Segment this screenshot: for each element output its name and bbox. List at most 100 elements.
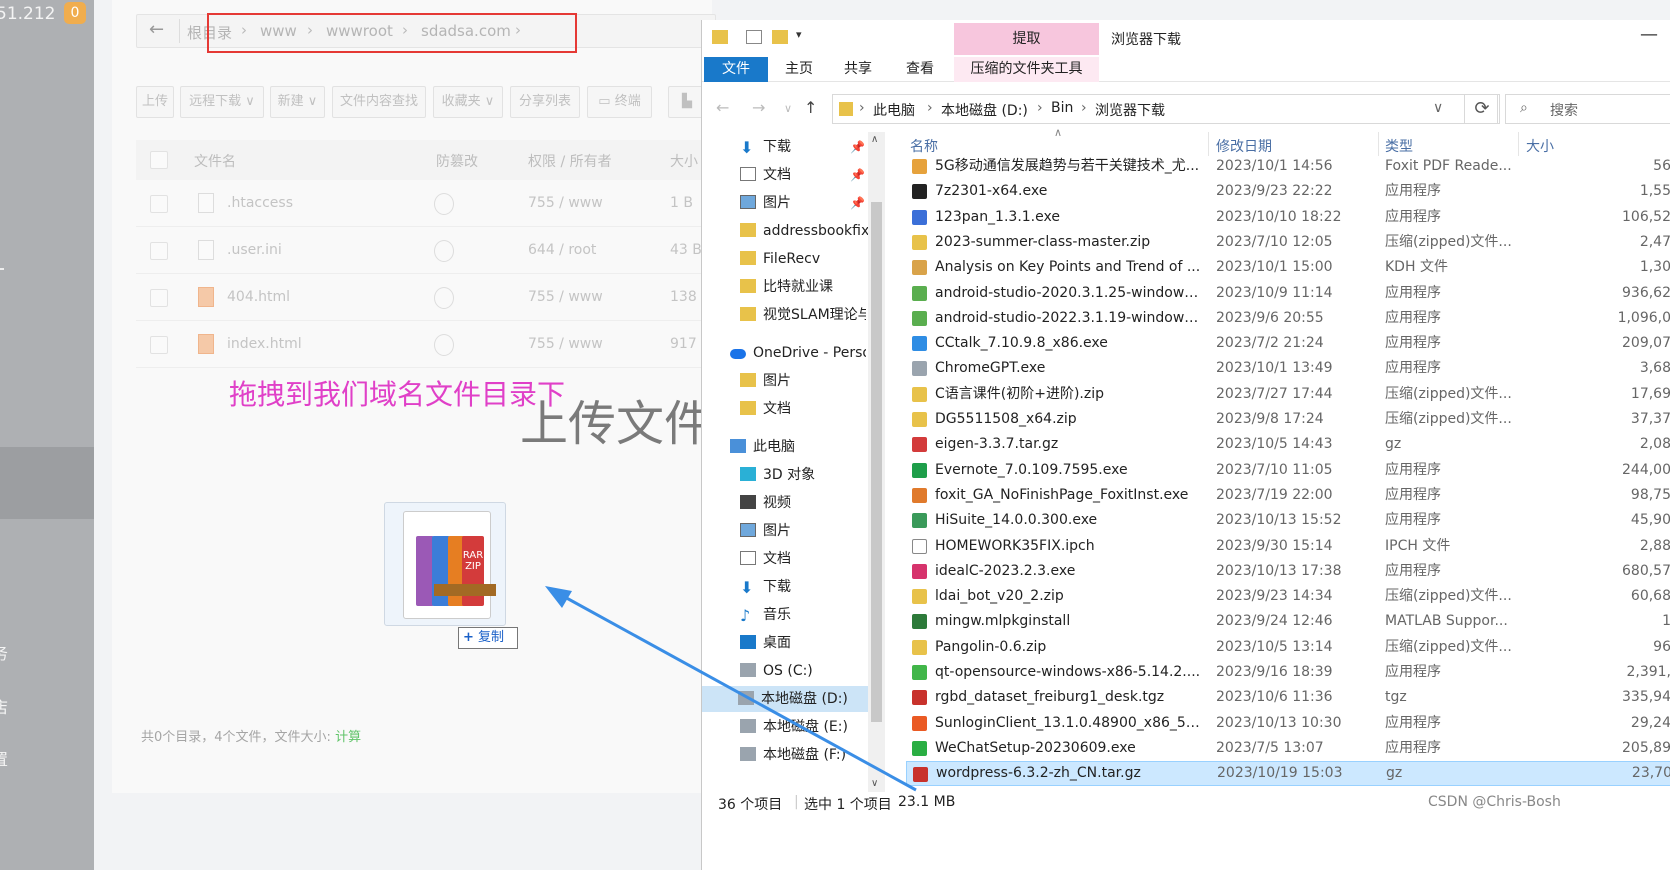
file-perm[interactable]: 755 / www xyxy=(528,336,603,352)
up-nav-icon[interactable]: ↑ xyxy=(804,98,817,117)
recent-nav-icon[interactable]: ∨ xyxy=(784,102,792,115)
folder-icon[interactable] xyxy=(712,30,728,44)
tab-zip-tools[interactable]: 压缩的文件夹工具 xyxy=(954,57,1099,82)
tree-item-od-pictures[interactable]: 图片 xyxy=(740,368,791,394)
file-name[interactable]: CCtalk_7.10.9.8_x86.exe xyxy=(935,331,1203,356)
file-row[interactable]: 7z2301-x64.exe 2023/9/23 22:22 应用程序 1,55 xyxy=(906,179,1670,204)
row-checkbox[interactable] xyxy=(150,195,168,213)
file-row[interactable]: 2023-summer-class-master.zip 2023/7/10 12… xyxy=(906,230,1670,255)
file-name[interactable]: android-studio-2022.3.1.19-windows.... xyxy=(935,306,1203,331)
address-downloads[interactable]: 浏览器下载 xyxy=(1095,100,1165,120)
shield-icon[interactable] xyxy=(434,193,454,215)
forward-nav-icon[interactable]: → xyxy=(752,98,765,117)
file-name[interactable]: Pangolin-0.6.zip xyxy=(935,635,1203,660)
file-row[interactable]: 123pan_1.3.1.exe 2023/10/10 18:22 应用程序 106,… xyxy=(906,205,1670,230)
sidebar-item-tasks[interactable]: 务 xyxy=(0,640,8,664)
col-tamper[interactable]: 防篡改 xyxy=(436,151,478,171)
file-name[interactable]: C语言课件(初阶+进阶).zip xyxy=(935,382,1203,407)
file-row[interactable]: ChromeGPT.exe 2023/10/1 13:49 应用程序 3,68 xyxy=(906,356,1670,381)
chevron-down-icon[interactable]: ▾ xyxy=(796,28,802,41)
shield-icon[interactable] xyxy=(434,240,454,262)
scroll-up-icon[interactable]: ∧ xyxy=(871,134,878,145)
table-row[interactable]: 404.html 755 / www 138 xyxy=(136,275,706,321)
tree-item-drive-f[interactable]: 本地磁盘 (F:) xyxy=(740,742,846,768)
tree-item-bitejiuye[interactable]: 比特就业课 xyxy=(740,274,833,300)
file-name[interactable]: Evernote_7.0.109.7595.exe xyxy=(935,458,1203,483)
notification-badge[interactable]: 0 xyxy=(64,2,86,24)
tree-item-documents[interactable]: 文档 xyxy=(740,162,791,188)
file-row[interactable]: idealC-2023.2.3.exe 2023/10/13 17:38 应用程序 6… xyxy=(906,559,1670,584)
file-name[interactable]: 123pan_1.3.1.exe xyxy=(935,205,1203,230)
file-name[interactable]: mingw.mlpkginstall xyxy=(935,609,1203,634)
content-search-button[interactable]: 文件内容查找 xyxy=(332,86,426,118)
file-row[interactable]: Evernote_7.0.109.7595.exe 2023/7/10 11:05… xyxy=(906,458,1670,483)
tree-item-od-documents[interactable]: 文档 xyxy=(740,396,791,422)
select-all-checkbox[interactable] xyxy=(150,151,168,169)
tab-share[interactable]: 共享 xyxy=(833,57,883,82)
file-row[interactable]: wordpress-6.3.2-zh_CN.tar.gz 2023/10/19 1… xyxy=(906,761,1670,787)
back-arrow-icon[interactable]: ← xyxy=(149,19,164,40)
search-box[interactable]: ⌕ 搜索 xyxy=(1505,94,1670,124)
file-row[interactable]: android-studio-2022.3.1.19-windows.... 20… xyxy=(906,306,1670,331)
file-row[interactable]: android-studio-2020.3.1.25-windows.... 20… xyxy=(906,281,1670,306)
file-row[interactable]: eigen-3.3.7.tar.gz 2023/10/5 14:43 gz 2,08 xyxy=(906,432,1670,457)
file-row[interactable]: ldai_bot_v20_2.zip 2023/9/23 14:34 压缩(zipp… xyxy=(906,584,1670,609)
column-divider[interactable] xyxy=(1208,132,1209,156)
file-name[interactable]: ChromeGPT.exe xyxy=(935,356,1203,381)
file-row[interactable]: WeChatSetup-20230609.exe 2023/7/5 13:07 应用… xyxy=(906,736,1670,761)
chevron-down-icon[interactable]: ∨ xyxy=(1433,100,1443,116)
tree-item-drive-c[interactable]: OS (C:) xyxy=(740,658,813,684)
tree-item-pc-downloads[interactable]: ⬇ 下载 xyxy=(740,574,791,600)
file-row[interactable]: foxit_GA_NoFinishPage_FoxitInst.exe 2023/… xyxy=(906,483,1670,508)
scrollbar-thumb[interactable] xyxy=(871,202,882,722)
col-size[interactable]: 大小 xyxy=(670,151,698,171)
file-row[interactable]: qt-opensource-windows-x86-5.14.2.... 2023… xyxy=(906,660,1670,685)
file-row[interactable]: rgbd_dataset_freiburg1_desk.tgz 2023/10/6… xyxy=(906,685,1670,710)
row-checkbox[interactable] xyxy=(150,336,168,354)
tree-item-pictures[interactable]: 图片 xyxy=(740,190,791,216)
file-name[interactable]: SunloginClient_13.1.0.48900_x86_51... xyxy=(935,711,1203,736)
terminal-button[interactable]: ▭ 终端 xyxy=(587,86,652,118)
col-permission[interactable]: 权限 / 所有者 xyxy=(528,151,612,171)
tree-item-slam[interactable]: 视觉SLAM理论与 xyxy=(740,302,866,328)
file-row[interactable]: mingw.mlpkginstall 2023/9/24 12:46 MATLAB … xyxy=(906,609,1670,634)
file-name[interactable]: rgbd_dataset_freiburg1_desk.tgz xyxy=(935,685,1203,710)
refresh-icon[interactable]: ⟳ xyxy=(1464,94,1500,124)
pin-icon[interactable]: 📌 xyxy=(850,140,865,154)
file-row[interactable]: CCtalk_7.10.9.8_x86.exe 2023/7/2 21:24 应用程… xyxy=(906,331,1670,356)
tree-item-drive-e[interactable]: 本地磁盘 (E:) xyxy=(740,714,848,740)
shield-icon[interactable] xyxy=(434,287,454,309)
row-checkbox[interactable] xyxy=(150,242,168,260)
file-name[interactable]: 2023-summer-class-master.zip xyxy=(935,230,1203,255)
file-name[interactable]: 7z2301-x64.exe xyxy=(935,179,1203,204)
file-name[interactable]: DG5511508_x64.zip xyxy=(935,407,1203,432)
file-row[interactable]: Pangolin-0.6.zip 2023/10/5 13:14 压缩(zipped… xyxy=(906,635,1670,660)
favorites-button[interactable]: 收藏夹 ∨ xyxy=(433,86,503,118)
file-name[interactable]: qt-opensource-windows-x86-5.14.2.... xyxy=(935,660,1203,685)
new-folder-icon[interactable] xyxy=(772,30,788,44)
upload-button[interactable]: 上传 xyxy=(136,86,174,118)
file-name[interactable]: idealC-2023.2.3.exe xyxy=(935,559,1203,584)
file-row[interactable]: DG5511508_x64.zip 2023/9/8 17:24 压缩(zipped… xyxy=(906,407,1670,432)
tree-item-this-pc[interactable]: 此电脑 xyxy=(730,434,795,460)
properties-icon[interactable] xyxy=(746,30,762,44)
back-nav-icon[interactable]: ← xyxy=(716,98,729,117)
scroll-down-icon[interactable]: ∨ xyxy=(871,778,878,789)
tree-item-addressbookfix[interactable]: addressbookfix xyxy=(740,218,869,244)
file-perm[interactable]: 755 / www xyxy=(528,289,603,305)
extract-tab[interactable]: 提取 xyxy=(954,23,1099,55)
tree-item-desktop[interactable]: 桌面 xyxy=(740,630,791,656)
tree-scrollbar[interactable]: ∧ ∨ xyxy=(868,132,885,792)
tree-item-videos[interactable]: 视频 xyxy=(740,490,791,516)
tree-item-filerecv[interactable]: FileRecv xyxy=(740,246,820,272)
address-drive-d[interactable]: 本地磁盘 (D:) xyxy=(941,100,1028,120)
remote-download-button[interactable]: 远程下载 ∨ xyxy=(180,86,264,118)
table-row[interactable]: index.html 755 / www 917 xyxy=(136,322,706,368)
pin-icon[interactable]: 📌 xyxy=(850,168,865,182)
share-list-button[interactable]: 分享列表 xyxy=(510,86,580,118)
file-perm[interactable]: 644 / root xyxy=(528,242,596,258)
file-name[interactable]: 5G移动通信发展趋势与若干关键技术_尤... xyxy=(935,154,1203,179)
file-name[interactable]: .htaccess xyxy=(227,195,293,211)
file-name[interactable]: ldai_bot_v20_2.zip xyxy=(935,584,1203,609)
file-name[interactable]: WeChatSetup-20230609.exe xyxy=(935,736,1203,761)
